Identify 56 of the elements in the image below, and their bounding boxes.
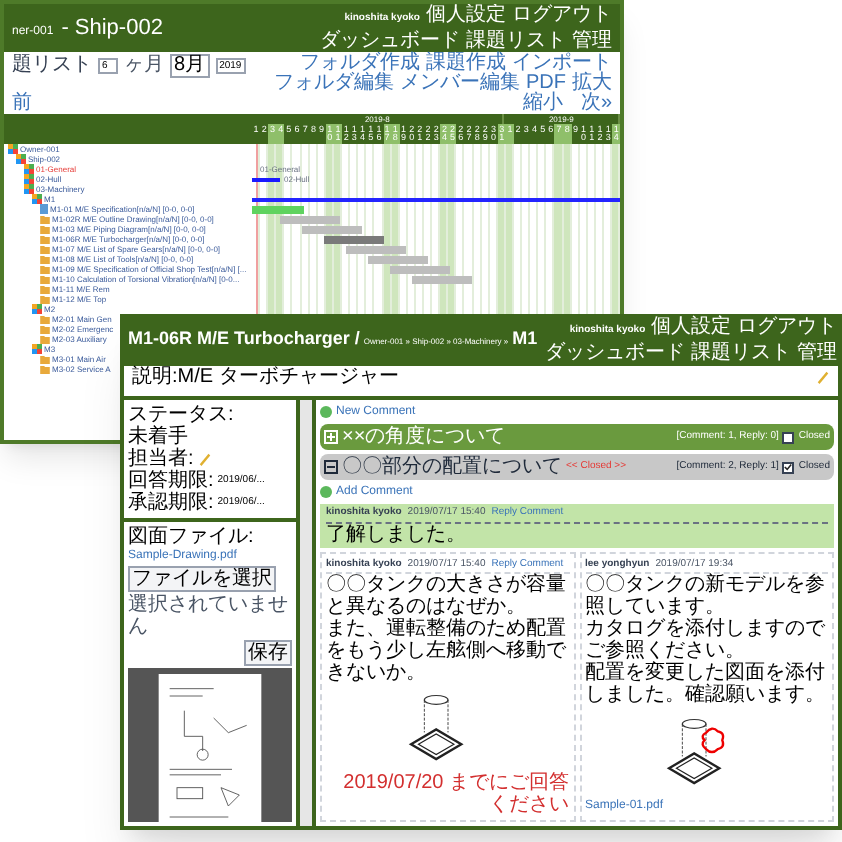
pencil-icon[interactable] (197, 452, 212, 466)
description-text: 説明:M/E ターボチャージャー (132, 366, 399, 390)
header-link[interactable]: 管理 (797, 342, 838, 364)
thread-title: ××の角度について (342, 423, 506, 452)
closed-checkbox[interactable] (782, 461, 795, 473)
page-title: 題リスト (12, 54, 92, 76)
months-label: ヶ月 (124, 54, 164, 76)
header-link[interactable]: ログアウト (737, 316, 838, 338)
thread-title: 〇〇部分の配置について (342, 453, 562, 482)
toolbar-link[interactable]: PDF (526, 74, 566, 94)
month-select[interactable]: 8月 (170, 54, 210, 78)
answer-deadline-label: 回答期限: (128, 470, 214, 492)
approval-deadline-label: 承認期限: (128, 492, 214, 514)
document-icon (40, 204, 48, 214)
next-link[interactable]: 次» (580, 94, 612, 114)
previous-link[interactable]: 前 (12, 92, 32, 114)
deadline-note: 2019/07/20 までにご回答ください (341, 772, 569, 816)
toolbar-link[interactable]: 拡大 (572, 74, 612, 94)
comment-text: カタログを添付しますのでご参照ください。 (585, 618, 827, 662)
assignee-label: 担当者: (128, 448, 194, 470)
choose-file-button[interactable]: ファイルを選択 (128, 566, 276, 592)
save-button[interactable]: 保存 (244, 640, 292, 666)
header-link[interactable]: ログアウト (512, 4, 612, 26)
toolbar-link[interactable]: メンバー編集 (400, 74, 520, 94)
toolbar-link[interactable]: 課題作成 (426, 54, 506, 74)
add-icon (320, 486, 332, 498)
issue-title: M1-06R M/E Turbocharger / (128, 326, 360, 353)
folder-tree-icon (32, 344, 42, 354)
add-icon (320, 406, 332, 418)
status-label: ステータス: (128, 404, 234, 426)
pencil-icon[interactable] (816, 370, 830, 384)
no-file-text: 選択されていません (128, 594, 290, 638)
header-link[interactable]: ダッシュボード (545, 342, 686, 364)
comment-text: 了解しました。 (326, 523, 466, 545)
status-value: 未着手 (128, 426, 188, 448)
scrollbar[interactable] (300, 400, 312, 826)
toolbar-link[interactable]: フォルダ編集 (274, 74, 394, 94)
file-label: 図面ファイル: (128, 526, 254, 548)
header-link[interactable]: 個人設定 (651, 316, 732, 338)
comment-text: 配置を変更した図面を添付しました。確認願います。 (585, 662, 827, 706)
expand-icon[interactable] (324, 430, 338, 444)
ship-title: - Ship-002 (61, 13, 163, 44)
toolbar-link[interactable]: フォルダ作成 (300, 54, 420, 74)
header-link[interactable]: 課題リスト (691, 342, 792, 364)
comment-text: 〇〇タンクの新モデルを参照しています。 (585, 574, 827, 618)
header-link[interactable]: 課題リスト (466, 30, 566, 52)
node-title: M1 (512, 326, 538, 353)
collapse-icon[interactable] (324, 460, 338, 474)
header-link[interactable]: ダッシュボード (320, 30, 460, 52)
header-link[interactable]: 管理 (572, 30, 612, 52)
toolbar-link[interactable]: インポート (512, 54, 612, 74)
closed-checkbox[interactable] (782, 431, 795, 443)
toolbar-link[interactable]: 縮小 (522, 94, 563, 114)
folder-tree-icon (32, 304, 42, 314)
comment-text: 〇〇タンクの大きさが容量と異なるのはなぜか。 (326, 574, 568, 618)
comment-text: また、運転整備のため配置をもう少し左舷側へ移動できないか。 (326, 618, 568, 684)
